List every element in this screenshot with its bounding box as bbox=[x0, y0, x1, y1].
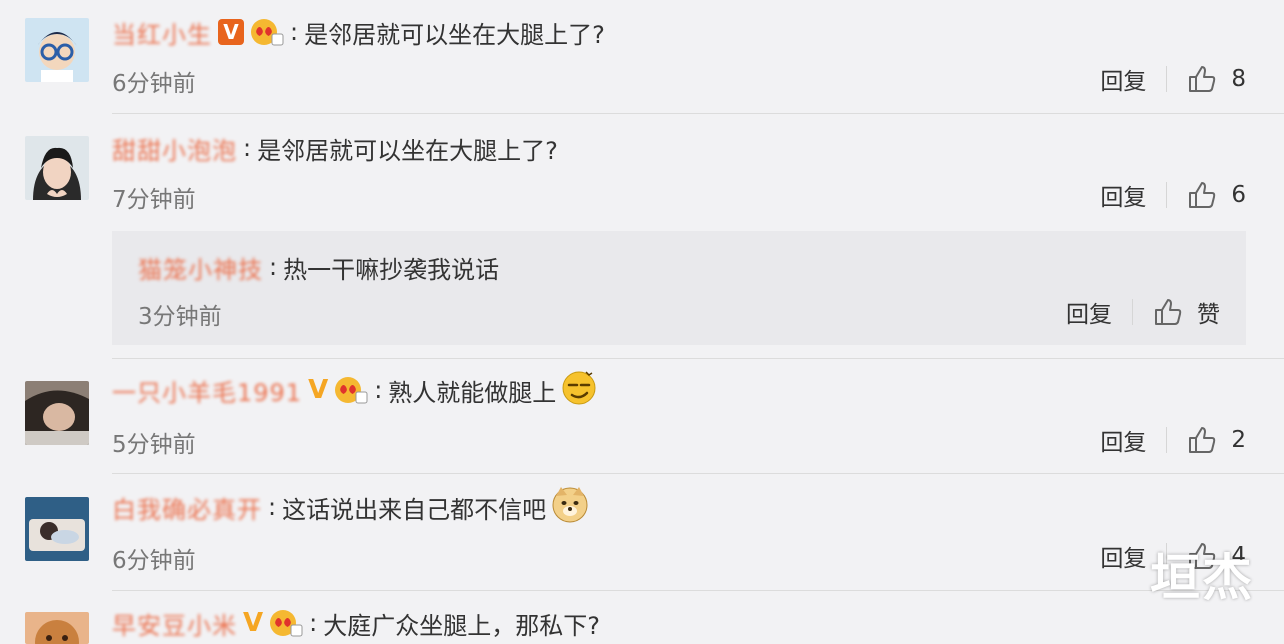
like-button[interactable]: 8 bbox=[1187, 64, 1246, 94]
comment-text: 是邻居就可以坐在大腿上了? bbox=[304, 20, 605, 49]
comment-text: 熟人就能做腿上 bbox=[388, 378, 557, 407]
thumbs-up-icon bbox=[1189, 66, 1216, 92]
timestamp: 5分钟前 bbox=[112, 432, 196, 458]
divider bbox=[1166, 427, 1168, 453]
doge-emoji-icon bbox=[550, 484, 590, 530]
reply-button[interactable]: 回复 bbox=[1066, 295, 1112, 329]
timestamp: 7分钟前 bbox=[112, 187, 196, 213]
smirk-emoji-icon bbox=[560, 368, 598, 412]
avatar[interactable] bbox=[25, 18, 89, 82]
divider bbox=[112, 473, 1284, 474]
divider bbox=[112, 358, 1284, 359]
reply-button[interactable]: 回复 bbox=[1100, 539, 1146, 573]
divider bbox=[1166, 182, 1168, 208]
watermark: 垣杰 bbox=[1150, 549, 1254, 607]
thumbs-up-icon bbox=[1189, 182, 1216, 208]
comment-text: 这话说出来自己都不信吧 bbox=[282, 495, 547, 524]
username[interactable]: 当红小生 bbox=[112, 15, 212, 50]
reply-button[interactable]: 回复 bbox=[1100, 423, 1146, 457]
like-button[interactable]: 赞 bbox=[1153, 295, 1220, 329]
verified-v-icon: V bbox=[243, 608, 264, 638]
fan-badge-icon bbox=[250, 17, 284, 47]
thumbs-up-icon bbox=[1155, 299, 1182, 325]
divider bbox=[112, 590, 1284, 591]
username[interactable]: 猫笼小神技 bbox=[138, 250, 263, 285]
divider bbox=[1166, 66, 1168, 92]
timestamp: 3分钟前 bbox=[138, 304, 222, 330]
avatar[interactable] bbox=[25, 136, 89, 200]
thumbs-up-icon bbox=[1189, 427, 1216, 453]
reply-button[interactable]: 回复 bbox=[1100, 62, 1146, 96]
avatar[interactable] bbox=[25, 612, 89, 644]
username[interactable]: 早安豆小米 bbox=[112, 606, 237, 641]
like-count: 6 bbox=[1231, 182, 1246, 208]
like-button[interactable]: 2 bbox=[1187, 425, 1246, 455]
timestamp: 6分钟前 bbox=[112, 548, 196, 574]
divider bbox=[1132, 299, 1133, 325]
username[interactable]: 甜甜小泡泡 bbox=[112, 131, 237, 166]
divider bbox=[112, 113, 1284, 114]
like-count: 8 bbox=[1231, 66, 1246, 92]
like-label: 赞 bbox=[1197, 302, 1220, 328]
like-button[interactable]: 6 bbox=[1187, 180, 1246, 210]
verified-box-icon: V bbox=[218, 19, 244, 45]
comment-text: 是邻居就可以坐在大腿上了? bbox=[257, 136, 558, 165]
like-count: 2 bbox=[1231, 427, 1246, 453]
comment-text: 大庭广众坐腿上，那私下? bbox=[323, 611, 600, 640]
comment-text: 热一干嘛抄袭我说话 bbox=[283, 255, 500, 284]
avatar[interactable] bbox=[25, 381, 89, 445]
fan-badge-icon bbox=[334, 375, 368, 405]
fan-badge-icon bbox=[269, 608, 303, 638]
username[interactable]: 白我确必真开 bbox=[112, 490, 262, 525]
avatar[interactable] bbox=[25, 497, 89, 561]
timestamp: 6分钟前 bbox=[112, 71, 196, 97]
username[interactable]: 一只小羊毛1991 bbox=[112, 373, 302, 408]
reply-thread: 猫笼小神技 : 热一干嘛抄袭我说话 3分钟前 回复 赞 bbox=[112, 231, 1246, 345]
verified-v-icon: V bbox=[308, 375, 329, 405]
reply-button[interactable]: 回复 bbox=[1100, 178, 1146, 212]
